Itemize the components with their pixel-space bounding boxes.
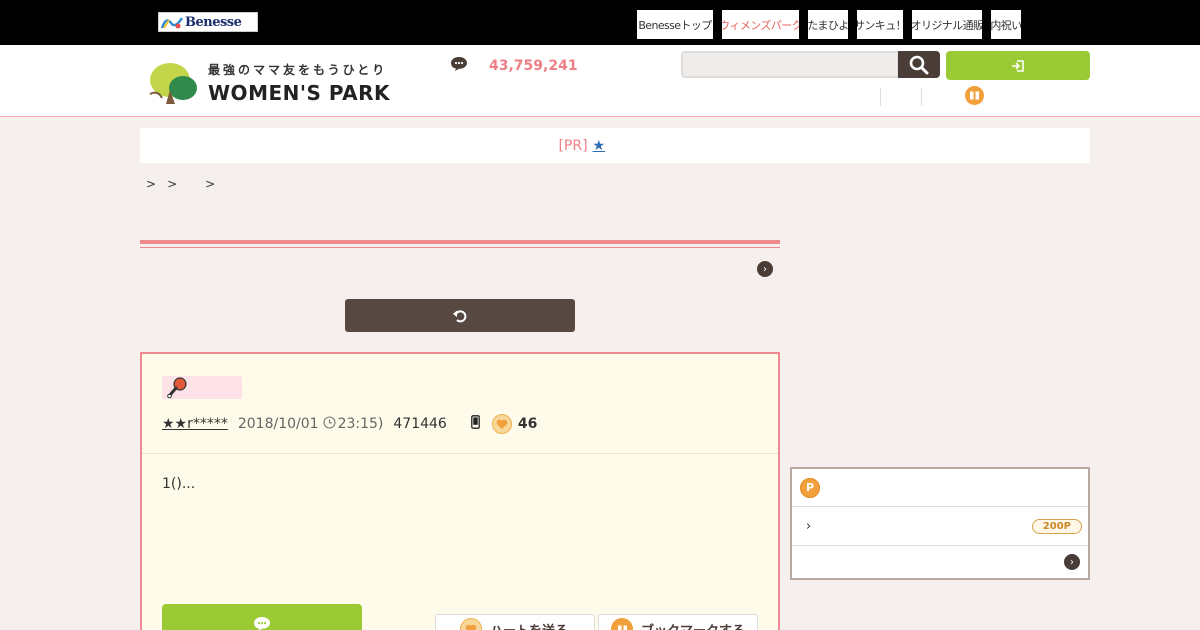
site-name: WOMEN'S PARK (208, 81, 391, 105)
pr-link[interactable]: ★ (593, 138, 672, 154)
chicken-leg-icon (167, 376, 187, 398)
heart-icon (491, 414, 512, 434)
post-count: 43,759,241 (489, 58, 578, 74)
top-bar: Benesse Benesseトップ ウィメンズパーク たまひよ サンキュ！ オ… (0, 0, 1200, 45)
post-tag (162, 376, 242, 399)
post-body: 1()... (162, 476, 196, 492)
breadcrumb-separator: > (167, 177, 178, 191)
topnav-original-shop[interactable]: オリジナル通販 (912, 10, 982, 39)
benesse-mark-icon (159, 13, 185, 31)
back-button[interactable] (345, 299, 575, 332)
title-rule (140, 240, 780, 248)
points-icon: P (800, 477, 820, 498)
post-meta: ★★r***** 2018/10/01 23:15) 471446 46 (162, 412, 537, 436)
post-divider (142, 453, 778, 454)
topnav-uchiiwai[interactable]: 内祝い (991, 10, 1021, 39)
post-date: 2018/10/01 (237, 416, 319, 432)
speech-bubble-icon (450, 56, 468, 76)
site-tagline: 最強のママ友をもうひとり (208, 63, 388, 77)
send-heart-button[interactable]: ハートを送る (435, 614, 595, 630)
topnav-womens-park[interactable]: ウィメンズパーク (722, 10, 799, 39)
header-divider (921, 88, 922, 106)
header-divider (880, 88, 881, 106)
heart-count: 46 (517, 416, 538, 432)
site-header: 最強のママ友をもうひとり WOMEN'S PARK 43,759,241 (0, 45, 1200, 117)
clock-icon (323, 415, 336, 433)
top-nav: Benesseトップ ウィメンズパーク たまひよ サンキュ！ オリジナル通販 内… (637, 10, 1030, 39)
womens-park-logo[interactable]: 最強のママ友をもうひとり WOMEN'S PARK (148, 60, 410, 108)
pr-label: [PR] (558, 137, 588, 154)
send-heart-label: ハートを送る (490, 620, 568, 630)
topnav-sankyu[interactable]: サンキュ！ (857, 10, 903, 39)
points-header: P (792, 469, 1088, 507)
topnav-tamahiyo[interactable]: たまひよ (808, 10, 848, 39)
tree-icon (149, 63, 197, 104)
bookmark-label: ブックマークする (641, 620, 745, 630)
points-footer: › (792, 546, 1088, 578)
breadcrumb: > > > (146, 177, 215, 191)
more-arrow-icon[interactable]: › (1064, 554, 1080, 570)
login-icon (1012, 59, 1024, 72)
post-author[interactable]: ★★r***** (162, 416, 228, 432)
breadcrumb-separator: > (205, 177, 216, 191)
bookmark-button[interactable]: ブックマークする (598, 614, 758, 630)
search-button[interactable] (898, 51, 940, 78)
pr-banner: [PR] ★ (140, 128, 1090, 163)
bookmark-book-icon (611, 618, 633, 630)
bookmark-book-icon[interactable] (965, 86, 984, 105)
benesse-logo[interactable]: Benesse (158, 12, 258, 32)
more-arrow-icon[interactable]: › (757, 261, 773, 277)
points-badge: 200P (1031, 518, 1082, 534)
points-widget: P › 200P › (790, 467, 1090, 580)
search-input[interactable] (681, 51, 899, 78)
benesse-logo-text: Benesse (185, 14, 242, 30)
post-id: 471446 (393, 416, 447, 432)
back-icon (453, 309, 467, 322)
comment-icon (254, 617, 270, 630)
login-button[interactable] (946, 51, 1090, 80)
post-time: 23:15) (337, 416, 384, 432)
points-row[interactable]: › 200P (792, 507, 1088, 546)
chevron-right-icon: › (806, 518, 812, 534)
breadcrumb-separator: > (146, 177, 157, 191)
reply-button[interactable] (162, 604, 362, 630)
topnav-benesse-top[interactable]: Benesseトップ (637, 10, 713, 39)
heart-icon (460, 618, 482, 630)
post-card: ★★r***** 2018/10/01 23:15) 471446 46 1()… (140, 352, 780, 630)
search-icon (909, 55, 929, 74)
smartphone-icon (470, 415, 480, 433)
